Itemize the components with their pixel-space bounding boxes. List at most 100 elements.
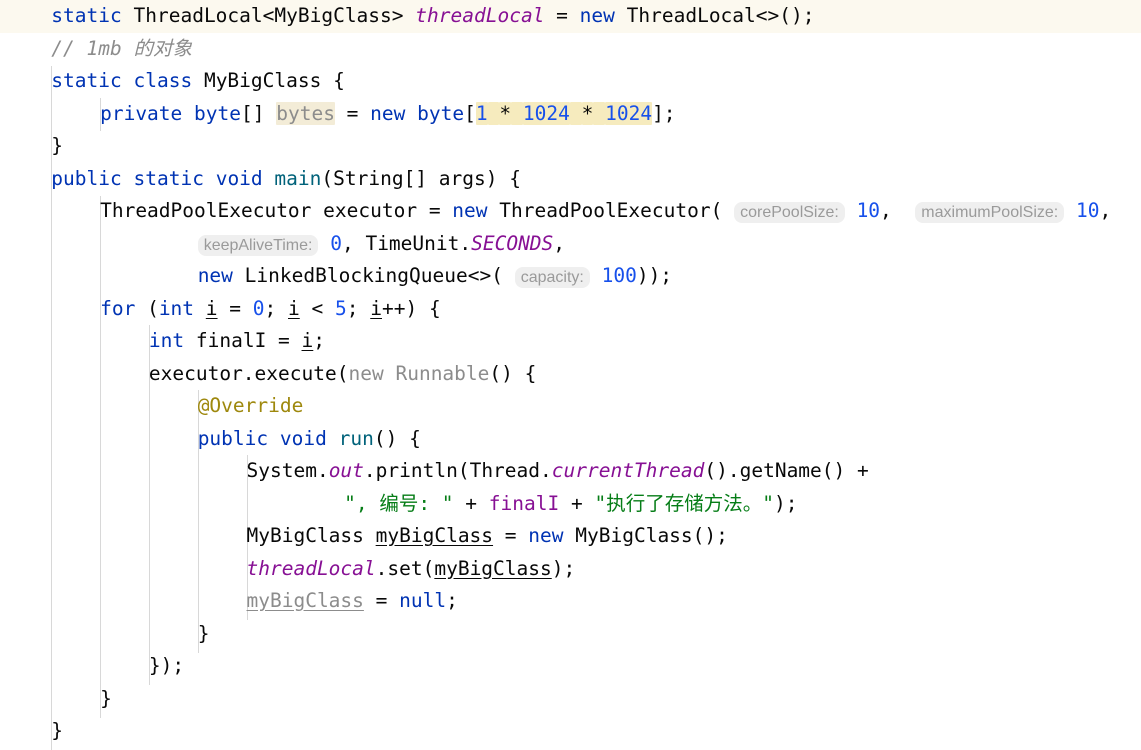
inlay-parameter-hint[interactable]: capacity: (514, 267, 590, 288)
code-token: executor.execute( (148, 361, 349, 385)
code-token: byte (417, 101, 465, 125)
code-token (593, 101, 606, 125)
code-line[interactable]: } (0, 618, 1141, 651)
code-token: }); (148, 654, 185, 677)
code-token: myBigClass (375, 524, 494, 547)
code-token: void (215, 166, 263, 190)
code-token: + (559, 491, 595, 515)
inlay-parameter-hint[interactable]: keepAliveTime: (197, 234, 319, 256)
code-line[interactable]: MyBigClass myBigClass = new MyBigClass()… (0, 520, 1141, 553)
code-token: currentThread (551, 459, 705, 482)
code-token: = (217, 296, 253, 320)
code-token: i (301, 329, 314, 352)
code-line[interactable]: ", 编号: " + finalI + "执行了存储方法。"); (0, 488, 1141, 521)
code-token: } (51, 134, 64, 157)
code-token: [ (464, 101, 476, 125)
code-token: , (1099, 199, 1112, 222)
code-line[interactable]: for (int i = 0; i < 5; i++) { (0, 293, 1141, 326)
code-token: } (100, 686, 112, 710)
code-token: SECONDS (471, 231, 554, 255)
code-token: for (100, 296, 136, 320)
code-line[interactable]: @Override (0, 390, 1141, 423)
code-token: static (133, 166, 204, 190)
code-line[interactable]: int finalI = i; (0, 325, 1141, 358)
code-token: 0 (330, 231, 342, 255)
code-token: new (348, 361, 384, 385)
inlay-parameter-hint[interactable]: corePoolSize: (734, 202, 845, 223)
code-line[interactable]: private byte[] bytes = new byte[1 * 1024… (0, 98, 1141, 131)
code-line[interactable]: } (0, 715, 1141, 748)
code-token (487, 101, 500, 125)
code-line[interactable]: } (0, 683, 1141, 716)
code-line[interactable]: ThreadPoolExecutor executor = new Thread… (0, 195, 1141, 228)
code-line[interactable]: threadLocal.set(myBigClass); (0, 553, 1141, 586)
code-token: < (299, 296, 335, 320)
code-token: class (133, 69, 193, 92)
code-line[interactable]: }); (0, 650, 1141, 683)
code-token: public (51, 166, 122, 190)
code-token: 0 (252, 296, 265, 320)
code-token: ; (264, 296, 289, 320)
code-token: main (274, 166, 322, 190)
code-line[interactable]: new LinkedBlockingQueue<>( capacity: 100… (0, 260, 1141, 293)
code-line[interactable]: public static void main(String[] args) { (0, 163, 1141, 196)
code-token: void (279, 426, 327, 450)
code-token: bytes (276, 101, 335, 125)
code-token: new (579, 4, 615, 27)
code-token: ThreadPoolExecutor executor = (100, 199, 453, 222)
code-line[interactable]: public void run() { (0, 423, 1141, 456)
code-token: ]; (652, 101, 676, 125)
code-token: [] (241, 101, 277, 125)
code-token: )); (636, 264, 673, 287)
code-token: public (197, 426, 269, 450)
code-token: LinkedBlockingQueue<>( (244, 264, 503, 287)
code-token: ().getName() + (704, 459, 869, 482)
code-token: , (880, 199, 892, 222)
code-token: () { (489, 361, 537, 385)
code-token: } (51, 719, 64, 742)
code-token: 1024 (605, 101, 653, 125)
code-line[interactable]: } (0, 130, 1141, 163)
code-line[interactable]: static ThreadLocal<MyBigClass> threadLoc… (0, 0, 1141, 33)
code-token: ; (313, 329, 326, 352)
code-token: (String[] args) { (321, 166, 521, 190)
code-line[interactable]: static class MyBigClass { (0, 65, 1141, 98)
code-token: 5 (335, 296, 347, 320)
code-line[interactable]: keepAliveTime: 0, TimeUnit.SECONDS, (0, 228, 1141, 261)
code-editor[interactable]: static ThreadLocal<MyBigClass> threadLoc… (0, 0, 1141, 750)
code-token: static (51, 4, 122, 27)
code-line[interactable]: myBigClass = null; (0, 585, 1141, 618)
code-token: .println(Thread. (363, 459, 552, 482)
code-line[interactable]: System.out.println(Thread.currentThread(… (0, 455, 1141, 488)
code-line[interactable]: // 1mb 的对象 (0, 33, 1141, 66)
code-token (511, 101, 523, 125)
code-token: int (158, 296, 195, 320)
code-line[interactable]: executor.execute(new Runnable() { (0, 358, 1141, 391)
inlay-parameter-hint[interactable]: maximumPoolSize: (915, 202, 1065, 223)
code-token: out (328, 459, 364, 482)
code-token: = (334, 101, 371, 125)
code-token: System. (246, 459, 329, 482)
code-token: 10 (1075, 199, 1100, 222)
code-token: myBigClass (434, 556, 552, 580)
code-token: 1024 (522, 101, 570, 125)
code-token: = (363, 589, 400, 612)
code-token: ThreadPoolExecutor( (499, 199, 723, 222)
code-token: * (499, 101, 512, 125)
